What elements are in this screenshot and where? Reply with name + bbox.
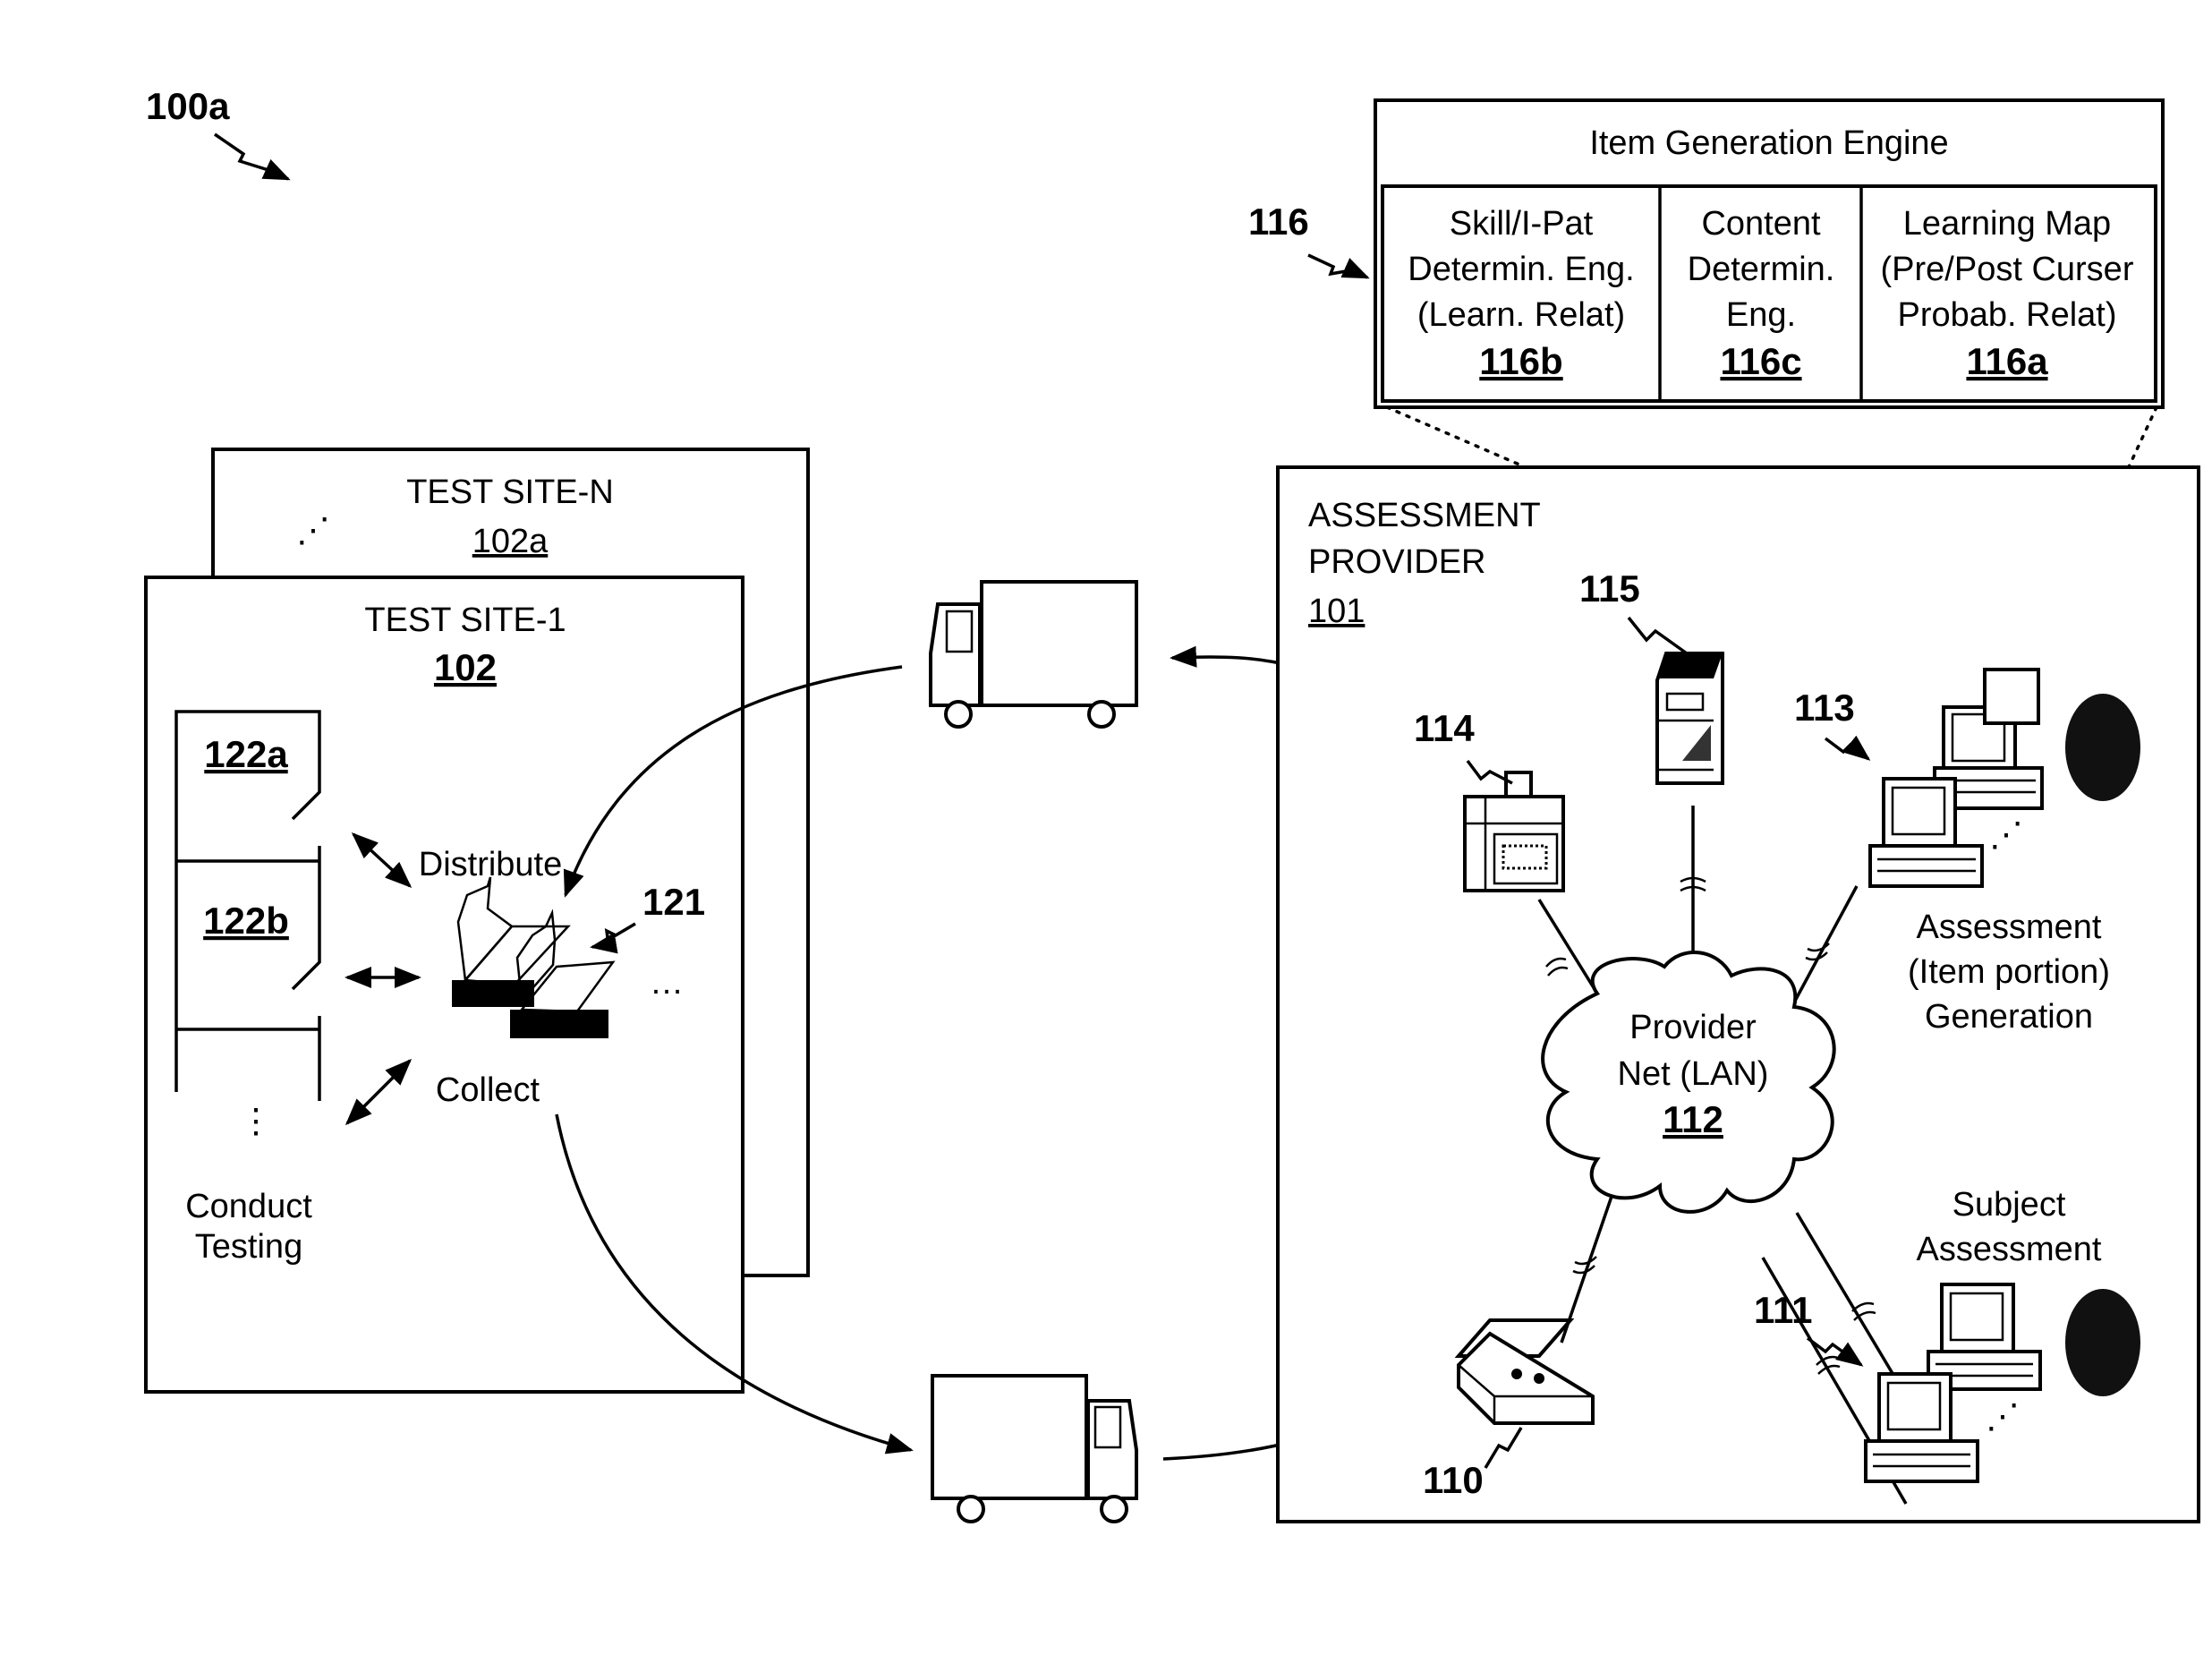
test-site-1: TEST SITE-1 102 122a 122b ⋮ Conduct Test… <box>144 576 744 1394</box>
delivery-truck-icon <box>929 580 1138 729</box>
figure-ref: 100a <box>146 85 230 127</box>
ellipsis-icon: ⋰ <box>1989 816 2023 854</box>
assessment-provider-title: ASSESSMENT <box>1308 497 1541 534</box>
module-text: Probab. Relat) <box>1897 296 2116 334</box>
room-ref: 122a <box>204 733 288 775</box>
generation-terminals-ref: 113 <box>1794 687 1855 729</box>
printer-ref: 114 <box>1414 707 1475 749</box>
room-ref: 122b <box>203 900 289 942</box>
scanner-ref: 110 <box>1423 1459 1484 1501</box>
test-site-n-ref: 102a <box>472 523 549 560</box>
ellipsis-icon: ⋰ <box>1986 1398 2020 1436</box>
network-ref: 112 <box>1663 1098 1723 1140</box>
zigzag-leader-icon <box>1307 253 1370 279</box>
module-text: Determin. <box>1688 251 1835 288</box>
subject-terminals-ref: 111 <box>1754 1289 1812 1331</box>
assessment-provider-ref: 101 <box>1308 593 1365 630</box>
module-text: Learning Map <box>1903 205 2111 243</box>
module-text: (Pre/Post Curser <box>1881 251 2134 288</box>
module-text: Content <box>1701 205 1821 243</box>
engine-title: Item Generation Engine <box>1589 124 1948 162</box>
generation-caption: Generation <box>1925 998 2093 1036</box>
test-site-1-title: TEST SITE-1 <box>364 601 566 639</box>
conduct-testing-label: Testing <box>195 1228 302 1266</box>
server-icon <box>1655 652 1724 785</box>
assessment-provider-title: PROVIDER <box>1308 543 1485 581</box>
module-text: Skill/I-Pat <box>1450 205 1594 243</box>
module-text: (Learn. Relat) <box>1417 296 1625 334</box>
test-site-1-ref: 102 <box>434 646 497 688</box>
patent-figure: 100a Item Generation Engine Skill/I-Pat … <box>144 85 2200 1523</box>
conduct-testing-label: Conduct <box>185 1188 312 1225</box>
server-ref: 115 <box>1579 567 1640 610</box>
module-ref: 116c <box>1720 340 1801 382</box>
collect-label: Collect <box>436 1071 540 1109</box>
delivery-truck-icon <box>931 1374 1138 1523</box>
subject-caption: Assessment <box>1917 1231 2102 1268</box>
generation-caption: (Item portion) <box>1908 953 2110 991</box>
engine-ref: 116 <box>1248 200 1309 243</box>
figure-label: 100a <box>146 85 291 181</box>
ellipsis-icon: ⋰ <box>296 512 330 550</box>
network-label: Net (LAN) <box>1618 1055 1769 1093</box>
module-ref: 116a <box>1966 340 2048 382</box>
test-materials-ref: 121 <box>642 881 705 923</box>
module-text: Eng. <box>1726 296 1796 334</box>
person-head-icon <box>2065 694 2140 801</box>
zigzag-leader-icon <box>214 132 291 181</box>
ellipsis-icon: ⋮ <box>239 1103 273 1140</box>
ellipsis-icon: … <box>650 964 684 1002</box>
test-site-n-title: TEST SITE-N <box>406 473 614 511</box>
generation-caption: Assessment <box>1917 909 2102 946</box>
module-ref: 116b <box>1479 340 1562 382</box>
network-label: Provider <box>1629 1009 1757 1046</box>
assessment-provider: ASSESSMENT PROVIDER 101 Provider Net (LA… <box>1276 465 2200 1523</box>
module-text: Determin. Eng. <box>1408 251 1634 288</box>
person-head-icon <box>2065 1289 2140 1396</box>
subject-caption: Subject <box>1953 1186 2066 1224</box>
